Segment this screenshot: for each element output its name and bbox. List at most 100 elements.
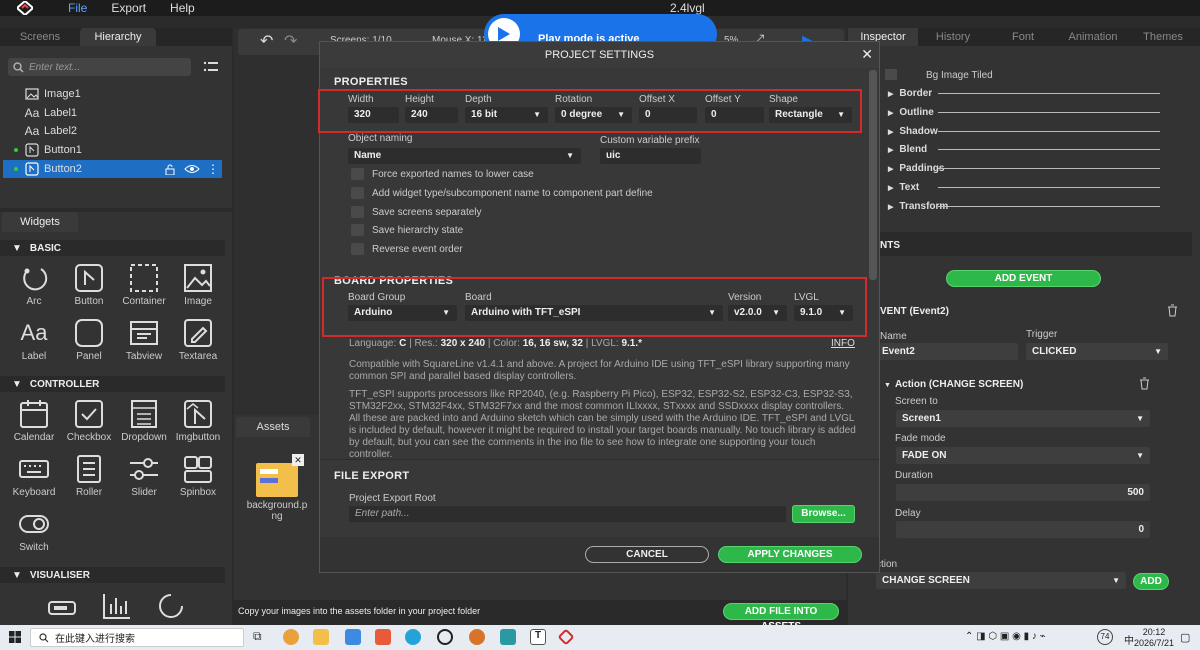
undo-icon[interactable]: ↶: [260, 31, 273, 51]
app-icon[interactable]: [345, 629, 361, 645]
group-blend[interactable]: ▶ Blend: [888, 144, 1160, 155]
app-icon[interactable]: [405, 629, 421, 645]
tab-themes[interactable]: Themes: [1128, 28, 1198, 46]
checkbox-lowercase[interactable]: Force exported names to lower case: [351, 168, 534, 180]
hierarchy-search-input[interactable]: Enter text...: [8, 58, 191, 76]
widget-calendar[interactable]: Calendar: [7, 398, 61, 450]
typora-icon[interactable]: T: [530, 629, 546, 645]
checkbox-box[interactable]: [351, 243, 364, 255]
event-name-input[interactable]: Event2: [876, 343, 1018, 360]
redo-icon[interactable]: ↷: [284, 31, 297, 51]
group-text[interactable]: ▶ Text: [888, 182, 1160, 193]
height-input[interactable]: 240: [405, 107, 458, 123]
lvgl-select[interactable]: 9.1.0 ▼: [794, 305, 853, 321]
menu-file[interactable]: File: [68, 1, 87, 15]
hierarchy-item-button2[interactable]: Button2 ⋮: [3, 160, 222, 178]
task-view-icon[interactable]: ⧉: [253, 629, 269, 645]
eye-icon[interactable]: [184, 164, 200, 174]
tab-history[interactable]: History: [918, 28, 988, 46]
widget-imgbutton[interactable]: Imgbutton: [171, 398, 225, 450]
widget-slider[interactable]: Slider: [117, 453, 171, 505]
rotation-select[interactable]: 0 degree ▼: [555, 107, 632, 123]
group-border[interactable]: ▶ Border: [888, 88, 1160, 99]
depth-select[interactable]: 16 bit ▼: [465, 107, 548, 123]
bar-widget-icon[interactable]: [47, 597, 77, 619]
delay-input[interactable]: 0: [896, 521, 1150, 538]
tab-font[interactable]: Font: [988, 28, 1058, 46]
group-paddings[interactable]: ▶ Paddings: [888, 163, 1160, 174]
widget-roller[interactable]: Roller: [62, 453, 116, 505]
remove-asset-icon[interactable]: ✕: [292, 454, 304, 466]
object-naming-select[interactable]: Name ▼: [348, 148, 581, 164]
widget-label[interactable]: Aa Label: [7, 317, 61, 369]
add-file-into-assets-button[interactable]: ADD FILE INTO ASSETS: [723, 603, 839, 632]
offset-y-input[interactable]: 0: [705, 107, 764, 123]
delete-action-icon[interactable]: [1139, 377, 1150, 390]
section-visualiser[interactable]: ▼ VISUALISER: [0, 567, 225, 583]
clock-time[interactable]: 20:12: [1134, 627, 1174, 637]
menu-export[interactable]: Export: [111, 1, 146, 15]
screen-to-select[interactable]: Screen1 ▼: [896, 410, 1150, 427]
windows-start-icon[interactable]: [9, 631, 21, 643]
menu-help[interactable]: Help: [170, 1, 195, 15]
more-options-icon[interactable]: ⋮: [207, 162, 219, 176]
system-tray-icons[interactable]: ⌃ ◨ ⬡ ▣ ◉ ▮ ♪ ⌁: [965, 631, 1046, 642]
chatgpt-icon[interactable]: [437, 629, 453, 645]
hierarchy-item-label2[interactable]: Aa Label2: [3, 122, 222, 140]
action-section[interactable]: ▼ Action (CHANGE SCREEN): [884, 379, 1023, 390]
widget-spinbox[interactable]: Spinbox: [171, 453, 225, 505]
width-input[interactable]: 320: [348, 107, 399, 123]
widget-checkbox[interactable]: Checkbox: [62, 398, 116, 450]
checkbox-reverse-event[interactable]: Reverse event order: [351, 243, 463, 255]
group-outline[interactable]: ▶ Outline: [888, 107, 1160, 118]
board-group-select[interactable]: Arduino ▼: [348, 305, 457, 321]
delete-event-icon[interactable]: [1167, 304, 1178, 317]
apply-changes-button[interactable]: APPLY CHANGES: [718, 546, 862, 563]
notification-icon[interactable]: ▢: [1180, 631, 1190, 644]
board-select[interactable]: Arduino with TFT_eSPI ▼: [465, 305, 723, 321]
chart-widget-icon[interactable]: [102, 592, 132, 620]
widget-keyboard[interactable]: Keyboard: [7, 453, 61, 505]
bg-image-tiled-checkbox[interactable]: [885, 69, 897, 80]
version-select[interactable]: v2.0.0 ▼: [728, 305, 787, 321]
spinner-widget-icon[interactable]: [157, 592, 185, 620]
widget-switch[interactable]: Switch: [7, 508, 61, 560]
export-path-input[interactable]: Enter path...: [349, 506, 786, 522]
offset-x-input[interactable]: 0: [639, 107, 697, 123]
prefix-input[interactable]: uic: [600, 148, 701, 164]
widget-arc[interactable]: Arc: [7, 262, 61, 314]
hierarchy-item-image1[interactable]: Image1: [3, 85, 222, 103]
lock-icon[interactable]: [165, 164, 175, 175]
tab-assets[interactable]: Assets: [236, 417, 310, 437]
widget-image[interactable]: Image: [171, 262, 225, 314]
clock-date[interactable]: 2026/7/21: [1130, 638, 1178, 648]
tab-widgets[interactable]: Widgets: [2, 212, 78, 232]
checkbox-box[interactable]: [351, 187, 364, 199]
arduino-icon[interactable]: [500, 629, 516, 645]
widget-dropdown[interactable]: Dropdown: [117, 398, 171, 450]
widget-container[interactable]: Container: [117, 262, 171, 314]
fade-mode-select[interactable]: FADE ON ▼: [896, 447, 1150, 464]
action-type-select[interactable]: CHANGE SCREEN ▼: [876, 572, 1126, 589]
widget-tabview[interactable]: Tabview: [117, 317, 171, 369]
add-action-button[interactable]: ADD: [1133, 573, 1169, 590]
checkbox-add-widget-type[interactable]: Add widget type/subcomponent name to com…: [351, 187, 653, 199]
checkbox-save-screens[interactable]: Save screens separately: [351, 206, 482, 218]
checkbox-save-hierarchy[interactable]: Save hierarchy state: [351, 224, 463, 236]
close-icon[interactable]: ✕: [861, 46, 873, 63]
tab-hierarchy[interactable]: Hierarchy: [80, 28, 156, 46]
tab-animation[interactable]: Animation: [1058, 28, 1128, 46]
add-event-button[interactable]: ADD EVENT: [946, 270, 1101, 287]
group-shadow[interactable]: ▶ Shadow: [888, 126, 1160, 137]
temperature-badge[interactable]: 74: [1097, 629, 1113, 645]
widget-panel[interactable]: Panel: [62, 317, 116, 369]
browse-button[interactable]: Browse...: [792, 505, 855, 523]
trigger-select[interactable]: CLICKED ▼: [1026, 343, 1168, 360]
group-transform[interactable]: ▶ Transform: [888, 201, 1160, 212]
section-basic[interactable]: ▼ BASIC: [0, 240, 225, 256]
widget-button[interactable]: Button: [62, 262, 116, 314]
checkbox-box[interactable]: [351, 224, 364, 236]
info-link[interactable]: INFO: [831, 338, 855, 349]
file-explorer-icon[interactable]: [313, 629, 329, 645]
widget-textarea[interactable]: Textarea: [171, 317, 225, 369]
